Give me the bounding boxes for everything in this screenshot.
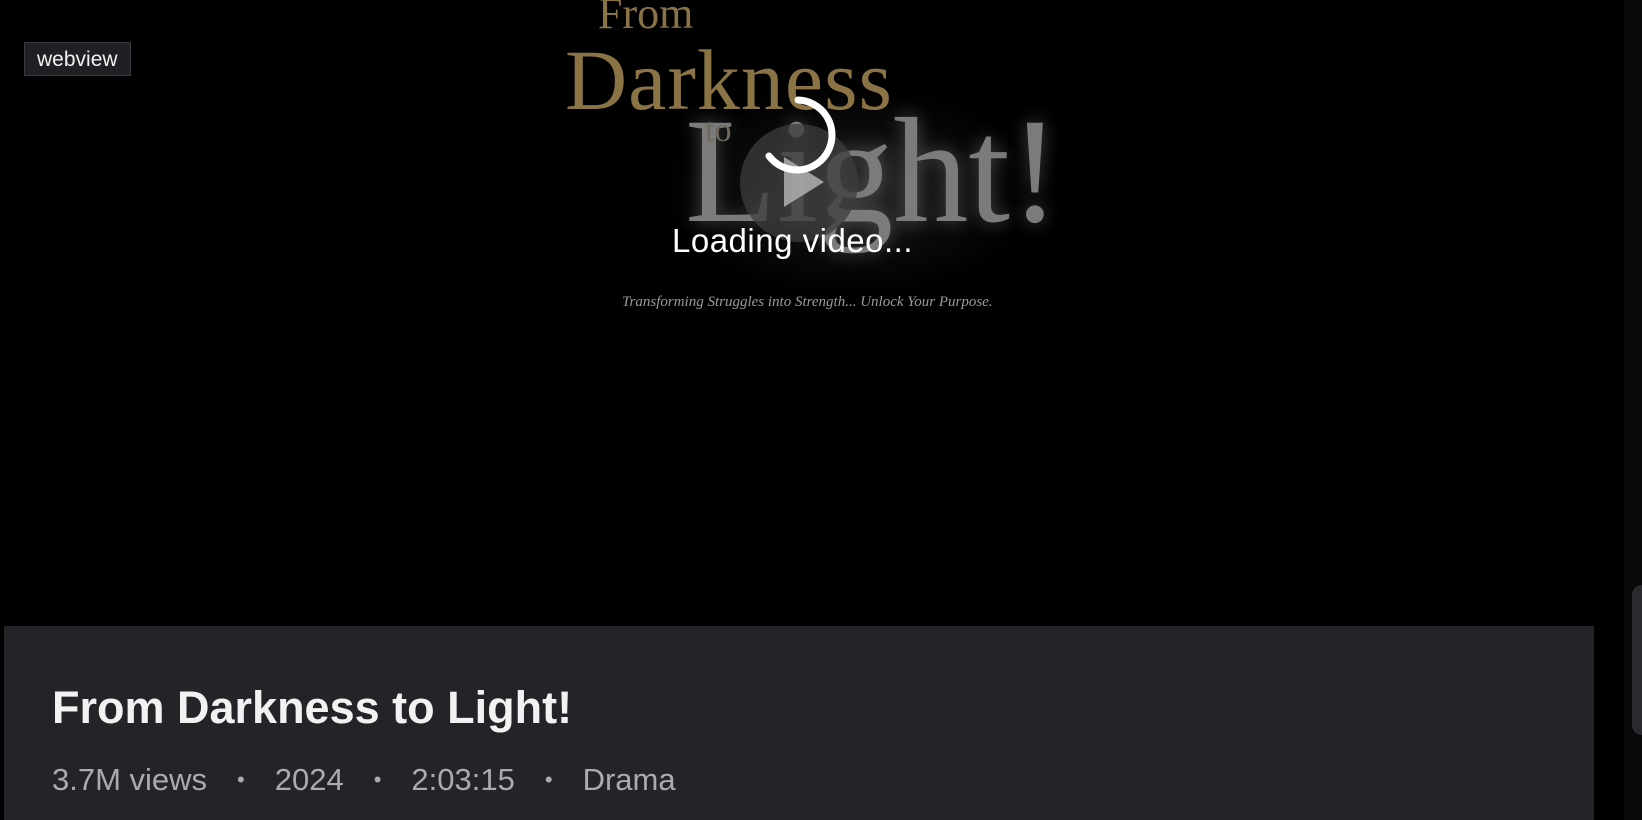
video-meta: 3.7M views • 2024 • 2:03:15 • Drama bbox=[52, 762, 676, 798]
poster-tagline: Transforming Struggles into Strength... … bbox=[622, 294, 993, 310]
release-year: 2024 bbox=[274, 762, 344, 797]
video-title: From Darkness to Light! bbox=[52, 682, 573, 733]
loading-text: Loading video... bbox=[672, 222, 914, 259]
view-count: 3.7M views bbox=[52, 762, 208, 797]
video-genre: Drama bbox=[582, 762, 676, 797]
poster-title-to: to bbox=[705, 112, 732, 149]
scrollbar-thumb[interactable] bbox=[1632, 585, 1642, 735]
video-player[interactable]: From Darkness Light! to Transforming Str… bbox=[0, 0, 1596, 626]
page: From Darkness Light! to Transforming Str… bbox=[0, 0, 1642, 820]
video-duration: 2:03:15 bbox=[411, 762, 515, 797]
meta-separator: • bbox=[373, 767, 382, 792]
loading-spinner-icon bbox=[765, 96, 836, 174]
meta-separator: • bbox=[544, 767, 553, 792]
meta-separator: • bbox=[237, 767, 245, 792]
video-info-panel: From Darkness to Light! 3.7M views • 202… bbox=[4, 626, 1594, 820]
webview-badge: webview bbox=[24, 42, 131, 76]
